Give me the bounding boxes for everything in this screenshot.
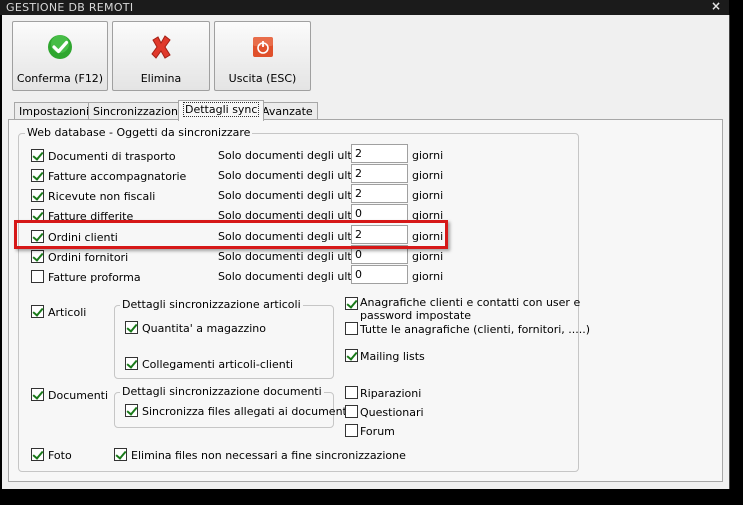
checkbox-documenti[interactable] bbox=[31, 388, 44, 401]
tab-avanzate[interactable]: Avanzate bbox=[257, 102, 318, 119]
row-text: Solo documenti degli ultimi bbox=[218, 149, 369, 162]
row-text: Solo documenti degli ultimi bbox=[218, 250, 369, 263]
label-ricevute-non-fiscali: Ricevute non fiscali bbox=[48, 190, 156, 203]
label-riparazioni: Riparazioni bbox=[360, 387, 422, 400]
tab-sincronizzazione[interactable]: Sincronizzazione bbox=[88, 102, 190, 119]
row-unit: giorni bbox=[412, 270, 444, 283]
dialog-window: Conferma (F12) Elimina Uscita (ESC) Impo… bbox=[2, 15, 730, 489]
documenti-details-group: Dettagli sincronizzazione documenti Sinc… bbox=[114, 385, 350, 428]
days-input-fatture-accompagnatorie[interactable]: 2 bbox=[351, 164, 408, 183]
row-text: Solo documenti degli ultimi bbox=[218, 189, 369, 202]
checkbox-tutte-anagrafiche[interactable] bbox=[345, 322, 358, 335]
label-ordini-fornitori: Ordini fornitori bbox=[48, 251, 129, 264]
title-bar: GESTIONE DB REMOTI × bbox=[0, 0, 729, 15]
confirm-button[interactable]: Conferma (F12) bbox=[12, 21, 108, 91]
label-anagrafiche-user: Anagrafiche clienti e contatti con user … bbox=[360, 296, 580, 322]
label-articoli: Articoli bbox=[48, 306, 87, 319]
tab-label: Dettagli sync bbox=[183, 102, 260, 117]
tab-label: Sincronizzazione bbox=[93, 105, 185, 118]
checkbox-articoli[interactable] bbox=[31, 305, 44, 318]
label-forum: Forum bbox=[360, 425, 395, 438]
row-unit: giorni bbox=[412, 250, 444, 263]
tab-panel: Web database - Oggetti da sincronizzare … bbox=[8, 119, 723, 482]
label-mailing-lists: Mailing lists bbox=[360, 350, 425, 363]
label-collegamenti-articoli: Collegamenti articoli-clienti bbox=[142, 358, 294, 371]
exit-button-label: Uscita (ESC) bbox=[228, 72, 297, 85]
delete-button[interactable]: Elimina bbox=[112, 21, 210, 91]
articoli-details-group: Dettagli sincronizzazione articoli Quant… bbox=[114, 298, 334, 379]
documenti-details-title: Dettagli sincronizzazione documenti bbox=[120, 385, 324, 398]
label-documenti-trasporto: Documenti di trasporto bbox=[48, 150, 176, 163]
checkbox-mailing-lists[interactable] bbox=[345, 349, 358, 362]
row-text: Solo documenti degli ultimi bbox=[218, 169, 369, 182]
power-exit-icon bbox=[252, 37, 273, 57]
row-unit: giorni bbox=[412, 169, 444, 182]
label-line-1: Anagrafiche clienti e contatti con user … bbox=[360, 296, 581, 309]
label-fatture-proforma: Fatture proforma bbox=[48, 271, 141, 284]
label-tutte-anagrafiche: Tutte le anagrafiche (clienti, fornitori… bbox=[360, 323, 591, 336]
tab-label: Impostazioni bbox=[19, 105, 90, 118]
window-title: GESTIONE DB REMOTI bbox=[6, 1, 134, 14]
tab-dettagli-sync[interactable]: Dettagli sync bbox=[178, 100, 265, 121]
tab-label: Avanzate bbox=[262, 105, 313, 118]
checkbox-documenti-trasporto[interactable] bbox=[31, 149, 44, 162]
close-icon[interactable]: × bbox=[711, 0, 721, 13]
days-input-ricevute-non-fiscali[interactable]: 2 bbox=[351, 184, 408, 203]
checkbox-elimina-files[interactable] bbox=[114, 448, 127, 461]
checkbox-questionari[interactable] bbox=[345, 405, 358, 418]
checkbox-sincronizza-allegati[interactable] bbox=[125, 404, 138, 417]
checkbox-fatture-accompagnatorie[interactable] bbox=[31, 169, 44, 182]
checkbox-riparazioni[interactable] bbox=[345, 386, 358, 399]
label-elimina-files: Elimina files non necessari a fine sincr… bbox=[131, 449, 406, 462]
web-database-group-title: Web database - Oggetti da sincronizzare bbox=[25, 126, 253, 139]
row-unit: giorni bbox=[412, 149, 444, 162]
articoli-details-title: Dettagli sincronizzazione articoli bbox=[120, 298, 303, 311]
label-sincronizza-allegati: Sincronizza files allegati ai documenti bbox=[142, 405, 350, 418]
confirm-button-label: Conferma (F12) bbox=[16, 72, 104, 85]
delete-button-label: Elimina bbox=[140, 72, 182, 85]
exit-button[interactable]: Uscita (ESC) bbox=[214, 21, 311, 91]
checkbox-anagrafiche-user[interactable] bbox=[345, 297, 358, 310]
label-line-2: password impostate bbox=[360, 309, 472, 322]
checkbox-collegamenti-articoli[interactable] bbox=[125, 357, 138, 370]
checkbox-ricevute-non-fiscali[interactable] bbox=[31, 189, 44, 202]
row-text: Solo documenti degli ultimi bbox=[218, 270, 369, 283]
tab-impostazioni[interactable]: Impostazioni bbox=[14, 102, 95, 119]
checkbox-foto[interactable] bbox=[31, 448, 44, 461]
row-unit: giorni bbox=[412, 189, 444, 202]
days-input-documenti-trasporto[interactable]: 2 bbox=[351, 144, 408, 163]
x-delete-icon bbox=[151, 35, 171, 59]
label-quantita-magazzino: Quantita' a magazzino bbox=[142, 322, 267, 335]
days-input-fatture-proforma[interactable]: 0 bbox=[351, 265, 408, 284]
checkbox-quantita-magazzino[interactable] bbox=[125, 321, 138, 334]
label-foto: Foto bbox=[48, 449, 72, 462]
checkbox-ordini-fornitori[interactable] bbox=[31, 250, 44, 263]
label-questionari: Questionari bbox=[360, 406, 424, 419]
web-database-group: Web database - Oggetti da sincronizzare … bbox=[18, 126, 590, 472]
check-icon bbox=[48, 35, 72, 59]
checkbox-fatture-proforma[interactable] bbox=[31, 270, 44, 283]
highlight-box bbox=[14, 220, 448, 249]
checkbox-forum[interactable] bbox=[345, 424, 358, 437]
label-fatture-accompagnatorie: Fatture accompagnatorie bbox=[48, 170, 187, 183]
label-documenti: Documenti bbox=[48, 389, 109, 402]
